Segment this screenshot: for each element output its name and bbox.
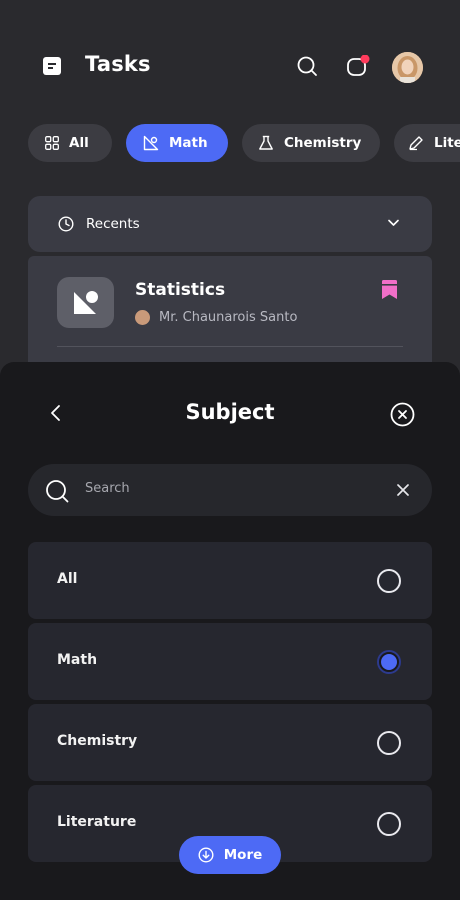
document-icon[interactable] <box>42 56 62 76</box>
option-label: Math <box>57 652 98 668</box>
chip-label: Literature <box>434 135 460 151</box>
card-divider <box>57 346 403 347</box>
avatar-image <box>392 52 423 83</box>
radio-button[interactable] <box>377 569 401 593</box>
task-title: Statistics <box>135 280 226 300</box>
search-input[interactable]: Search <box>28 464 432 516</box>
chip-label: All <box>69 135 89 151</box>
avatar[interactable] <box>392 52 423 83</box>
category-chips: All Math Chemistry Literature <box>28 124 460 162</box>
search-icon <box>46 480 69 503</box>
subject-sheet: Subject Search All Math Chemistry Litera… <box>0 362 460 900</box>
more-label: More <box>223 847 263 863</box>
more-button[interactable]: More <box>179 836 281 874</box>
pen-icon <box>409 136 423 151</box>
flask-icon <box>259 135 273 150</box>
clock-icon <box>58 216 74 232</box>
subject-thumbnail <box>57 277 114 328</box>
search-placeholder: Search <box>85 481 130 496</box>
notification-icon[interactable] <box>346 55 370 77</box>
teacher-name: Mr. Chaunarois Santo <box>159 310 298 325</box>
geometry-icon <box>143 135 159 151</box>
recents-label: Recents <box>86 216 140 232</box>
subject-option-chemistry[interactable]: Chemistry <box>28 704 432 781</box>
option-label: All <box>57 571 78 587</box>
task-card[interactable]: Statistics Mr. Chaunarois Santo <box>28 256 432 376</box>
radio-button[interactable] <box>377 731 401 755</box>
radio-button[interactable] <box>377 812 401 836</box>
chip-all[interactable]: All <box>28 124 112 162</box>
chip-math[interactable]: Math <box>126 124 228 162</box>
clear-icon[interactable] <box>397 484 409 496</box>
bookmark-icon[interactable] <box>380 280 399 300</box>
recents-dropdown[interactable]: Recents <box>28 196 432 252</box>
chip-literature[interactable]: Literature <box>394 124 460 162</box>
search-icon[interactable] <box>296 55 318 77</box>
chevron-down-icon <box>388 219 399 226</box>
arrow-down-circle-icon <box>198 847 214 863</box>
chip-chemistry[interactable]: Chemistry <box>242 124 380 162</box>
teacher-avatar <box>135 310 150 325</box>
option-label: Chemistry <box>57 733 138 749</box>
chip-label: Math <box>169 135 208 151</box>
subject-option-all[interactable]: All <box>28 542 432 619</box>
grid-icon <box>45 136 59 150</box>
option-label: Literature <box>57 814 137 830</box>
geometry-icon <box>74 291 98 314</box>
radio-button-selected[interactable] <box>377 650 401 674</box>
chip-label: Chemistry <box>284 135 362 151</box>
page-title: Tasks <box>85 52 151 76</box>
header: Tasks <box>0 0 460 130</box>
close-icon[interactable] <box>390 402 415 427</box>
subject-option-math[interactable]: Math <box>28 623 432 700</box>
